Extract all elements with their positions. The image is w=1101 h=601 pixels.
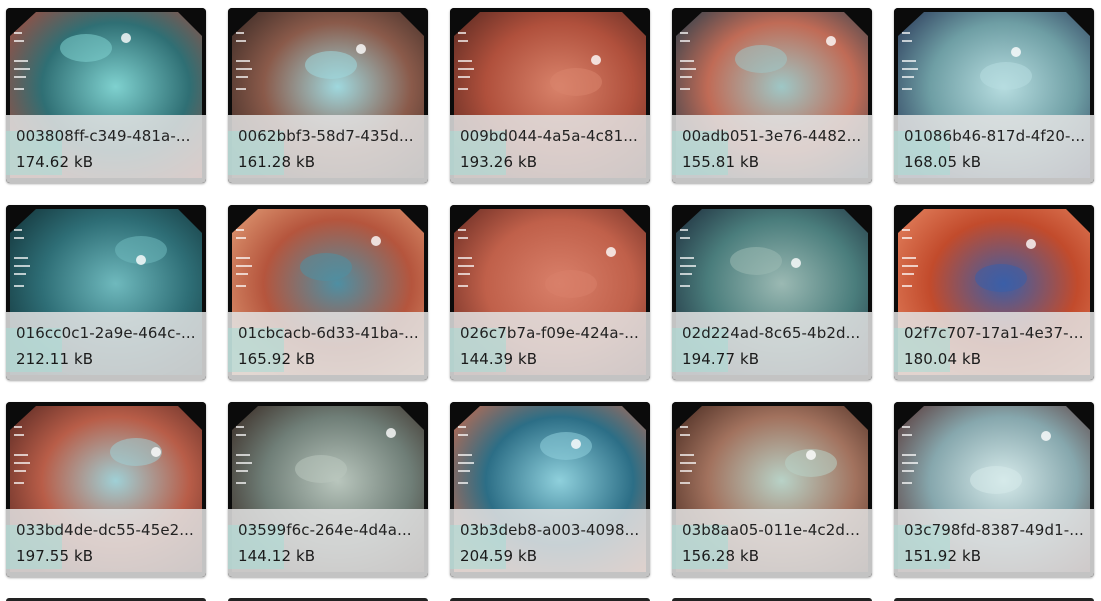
card-caption: 03b3deb8-a003-4098... 204.59 kB xyxy=(450,509,650,577)
image-card[interactable]: 02d224ad-8c65-4b2d... 194.77 kB xyxy=(672,205,872,380)
image-card[interactable]: 0062bbf3-58d7-435d... 161.28 kB xyxy=(228,8,428,183)
image-gallery-grid: 003808ff-c349-481a-... 174.62 kB 0062bbf… xyxy=(6,8,1094,577)
file-name: 01cbcacb-6d33-41ba-... xyxy=(238,324,419,342)
image-card[interactable]: 03b3deb8-a003-4098... 204.59 kB xyxy=(450,402,650,577)
card-caption: 016cc0c1-2a9e-464c-... 212.11 kB xyxy=(6,312,206,380)
image-card[interactable]: 003808ff-c349-481a-... 174.62 kB xyxy=(6,8,206,183)
card-caption: 00adb051-3e76-4482... 155.81 kB xyxy=(672,115,872,183)
image-card[interactable]: 01086b46-817d-4f20-... 168.05 kB xyxy=(894,8,1094,183)
image-card[interactable]: 02f7c707-17a1-4e37-a... 180.04 kB xyxy=(894,205,1094,380)
file-name: 016cc0c1-2a9e-464c-... xyxy=(16,324,196,342)
file-name: 0062bbf3-58d7-435d... xyxy=(238,127,414,145)
file-name: 02d224ad-8c65-4b2d... xyxy=(682,324,861,342)
image-card[interactable]: 03b8aa05-011e-4c2d-... 156.28 kB xyxy=(672,402,872,577)
file-size: 194.77 kB xyxy=(682,350,760,368)
file-name: 03599f6c-264e-4d4a... xyxy=(238,521,412,539)
card-caption: 003808ff-c349-481a-... 174.62 kB xyxy=(6,115,206,183)
file-size: 151.92 kB xyxy=(904,547,982,565)
file-name: 03b3deb8-a003-4098... xyxy=(460,521,640,539)
card-caption: 02f7c707-17a1-4e37-a... 180.04 kB xyxy=(894,312,1094,380)
file-size: 144.39 kB xyxy=(460,350,538,368)
image-card[interactable]: 03c798fd-8387-49d1-... 151.92 kB xyxy=(894,402,1094,577)
card-caption: 0062bbf3-58d7-435d... 161.28 kB xyxy=(228,115,428,183)
file-name: 026c7b7a-f09e-424a-... xyxy=(460,324,639,342)
file-size: 212.11 kB xyxy=(16,350,94,368)
card-caption: 03599f6c-264e-4d4a... 144.12 kB xyxy=(228,509,428,577)
file-name: 03b8aa05-011e-4c2d-... xyxy=(682,521,864,539)
card-caption: 026c7b7a-f09e-424a-... 144.39 kB xyxy=(450,312,650,380)
file-name: 01086b46-817d-4f20-... xyxy=(904,127,1086,145)
file-name: 02f7c707-17a1-4e37-a... xyxy=(904,324,1086,342)
card-caption: 033bd4de-dc55-45e2... 197.55 kB xyxy=(6,509,206,577)
file-name: 003808ff-c349-481a-... xyxy=(16,127,191,145)
card-caption: 01086b46-817d-4f20-... 168.05 kB xyxy=(894,115,1094,183)
image-card[interactable]: 01cbcacb-6d33-41ba-... 165.92 kB xyxy=(228,205,428,380)
file-size: 155.81 kB xyxy=(682,153,760,171)
file-size: 174.62 kB xyxy=(16,153,94,171)
file-name: 00adb051-3e76-4482... xyxy=(682,127,862,145)
file-size: 193.26 kB xyxy=(460,153,538,171)
file-size: 168.05 kB xyxy=(904,153,982,171)
card-caption: 02d224ad-8c65-4b2d... 194.77 kB xyxy=(672,312,872,380)
file-name: 033bd4de-dc55-45e2... xyxy=(16,521,194,539)
card-caption: 01cbcacb-6d33-41ba-... 165.92 kB xyxy=(228,312,428,380)
file-name: 03c798fd-8387-49d1-... xyxy=(904,521,1084,539)
card-caption: 03b8aa05-011e-4c2d-... 156.28 kB xyxy=(672,509,872,577)
file-size: 204.59 kB xyxy=(460,547,538,565)
file-size: 156.28 kB xyxy=(682,547,760,565)
file-size: 165.92 kB xyxy=(238,350,316,368)
image-card[interactable]: 033bd4de-dc55-45e2... 197.55 kB xyxy=(6,402,206,577)
card-caption: 03c798fd-8387-49d1-... 151.92 kB xyxy=(894,509,1094,577)
file-size: 180.04 kB xyxy=(904,350,982,368)
image-card[interactable]: 00adb051-3e76-4482... 155.81 kB xyxy=(672,8,872,183)
image-card[interactable]: 026c7b7a-f09e-424a-... 144.39 kB xyxy=(450,205,650,380)
file-size: 197.55 kB xyxy=(16,547,94,565)
file-size: 161.28 kB xyxy=(238,153,316,171)
image-card[interactable]: 009bd044-4a5a-4c81... 193.26 kB xyxy=(450,8,650,183)
file-size: 144.12 kB xyxy=(238,547,316,565)
card-caption: 009bd044-4a5a-4c81... 193.26 kB xyxy=(450,115,650,183)
image-card[interactable]: 016cc0c1-2a9e-464c-... 212.11 kB xyxy=(6,205,206,380)
file-name: 009bd044-4a5a-4c81... xyxy=(460,127,638,145)
image-card[interactable]: 03599f6c-264e-4d4a... 144.12 kB xyxy=(228,402,428,577)
